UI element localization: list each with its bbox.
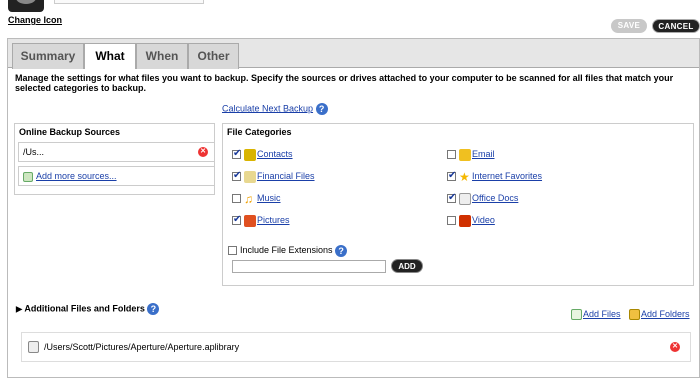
remove-source-icon[interactable]: ✕	[198, 147, 208, 157]
category-pictures[interactable]: Pictures	[232, 213, 290, 227]
office-docs-checkbox[interactable]	[447, 191, 456, 205]
tab-bar: Summary What When Other	[8, 39, 699, 69]
categories-title: File Categories	[227, 127, 292, 137]
category-internet-favorites[interactable]: ★Internet Favorites	[447, 169, 542, 183]
add-folders-link[interactable]: Add Folders	[641, 309, 690, 319]
email-icon	[459, 148, 471, 161]
music-icon: ♫	[244, 191, 253, 206]
file-icon	[28, 341, 39, 353]
file-path: /Users/Scott/Pictures/Aperture/Aperture.…	[44, 342, 240, 352]
help-icon[interactable]: ?	[335, 244, 348, 257]
backup-set-icon	[8, 0, 44, 12]
save-button[interactable]: SAVE	[611, 19, 647, 33]
tab-other[interactable]: Other	[188, 43, 239, 69]
category-email[interactable]: Email	[447, 147, 495, 161]
add-files: Add Files	[571, 309, 621, 321]
category-music[interactable]: ♫ Music	[232, 191, 281, 205]
sources-title: Online Backup Sources	[19, 127, 121, 137]
docs-icon	[459, 192, 471, 205]
calculate-next-backup: Calculate Next Backup ?	[222, 103, 328, 115]
tab-what[interactable]: What	[84, 43, 136, 69]
remove-file-icon[interactable]: ✕	[670, 342, 680, 352]
contacts-label[interactable]: Contacts	[257, 149, 293, 159]
pictures-checkbox[interactable]	[232, 213, 241, 227]
internet-favorites-checkbox[interactable]	[447, 169, 456, 183]
add-folder-icon	[629, 309, 640, 321]
source-path: /Us...	[23, 147, 45, 157]
description-text: Manage the settings for what files you w…	[15, 73, 674, 93]
expand-arrow-icon[interactable]: ▶	[16, 304, 22, 313]
file-item[interactable]: /Users/Scott/Pictures/Aperture/Aperture.…	[21, 332, 691, 362]
top-bar: Change Icon SAVE CANCEL	[0, 0, 700, 36]
additional-files-title: Additional Files and Folders	[24, 303, 145, 314]
add-source-icon	[23, 171, 33, 182]
pictures-label[interactable]: Pictures	[257, 215, 290, 225]
email-label[interactable]: Email	[472, 149, 495, 159]
music-checkbox[interactable]	[232, 194, 241, 204]
cancel-button[interactable]: CANCEL	[652, 19, 700, 33]
include-extensions-checkbox[interactable]	[228, 246, 237, 256]
office-docs-label[interactable]: Office Docs	[472, 193, 518, 203]
add-more-sources-link[interactable]: Add more sources...	[36, 171, 117, 181]
add-folders: Add Folders	[629, 309, 690, 321]
help-icon[interactable]: ?	[147, 303, 160, 315]
email-checkbox[interactable]	[447, 150, 456, 160]
video-label[interactable]: Video	[472, 215, 495, 225]
calculate-next-backup-link[interactable]: Calculate Next Backup	[222, 103, 313, 113]
include-extensions-label: Include File Extensions	[240, 245, 333, 255]
financial-icon	[244, 170, 256, 183]
contacts-checkbox[interactable]	[232, 147, 241, 161]
include-extensions[interactable]: Include File Extensions ?	[228, 243, 348, 257]
internet-favorites-label[interactable]: Internet Favorites	[472, 171, 542, 181]
category-contacts[interactable]: Contacts	[232, 147, 293, 161]
financial-files-label[interactable]: Financial Files	[257, 171, 315, 181]
extension-input[interactable]	[232, 260, 386, 273]
tab-summary[interactable]: Summary	[12, 43, 84, 69]
tab-when[interactable]: When	[136, 43, 188, 69]
contacts-icon	[244, 148, 256, 161]
source-item[interactable]: /Us... ✕	[18, 142, 215, 162]
music-label[interactable]: Music	[257, 193, 281, 203]
category-financial-files[interactable]: Financial Files	[232, 169, 315, 183]
pictures-icon	[244, 214, 256, 227]
settings-panel: Summary What When Other Manage the setti…	[7, 38, 700, 378]
backup-name-field[interactable]	[54, 0, 204, 4]
category-office-docs[interactable]: Office Docs	[447, 191, 518, 205]
star-icon: ★	[459, 169, 470, 184]
video-icon	[459, 214, 471, 227]
add-file-icon	[571, 309, 582, 321]
sources-box: Online Backup Sources /Us... ✕ Add more …	[14, 123, 215, 195]
financial-files-checkbox[interactable]	[232, 169, 241, 183]
video-checkbox[interactable]	[447, 216, 456, 226]
add-files-link[interactable]: Add Files	[583, 309, 621, 319]
add-extension-button[interactable]: ADD	[391, 259, 423, 273]
category-video[interactable]: Video	[447, 213, 495, 227]
change-icon-link[interactable]: Change Icon	[8, 15, 62, 25]
help-icon[interactable]: ?	[315, 103, 328, 115]
add-source-row: Add more sources...	[18, 166, 215, 186]
